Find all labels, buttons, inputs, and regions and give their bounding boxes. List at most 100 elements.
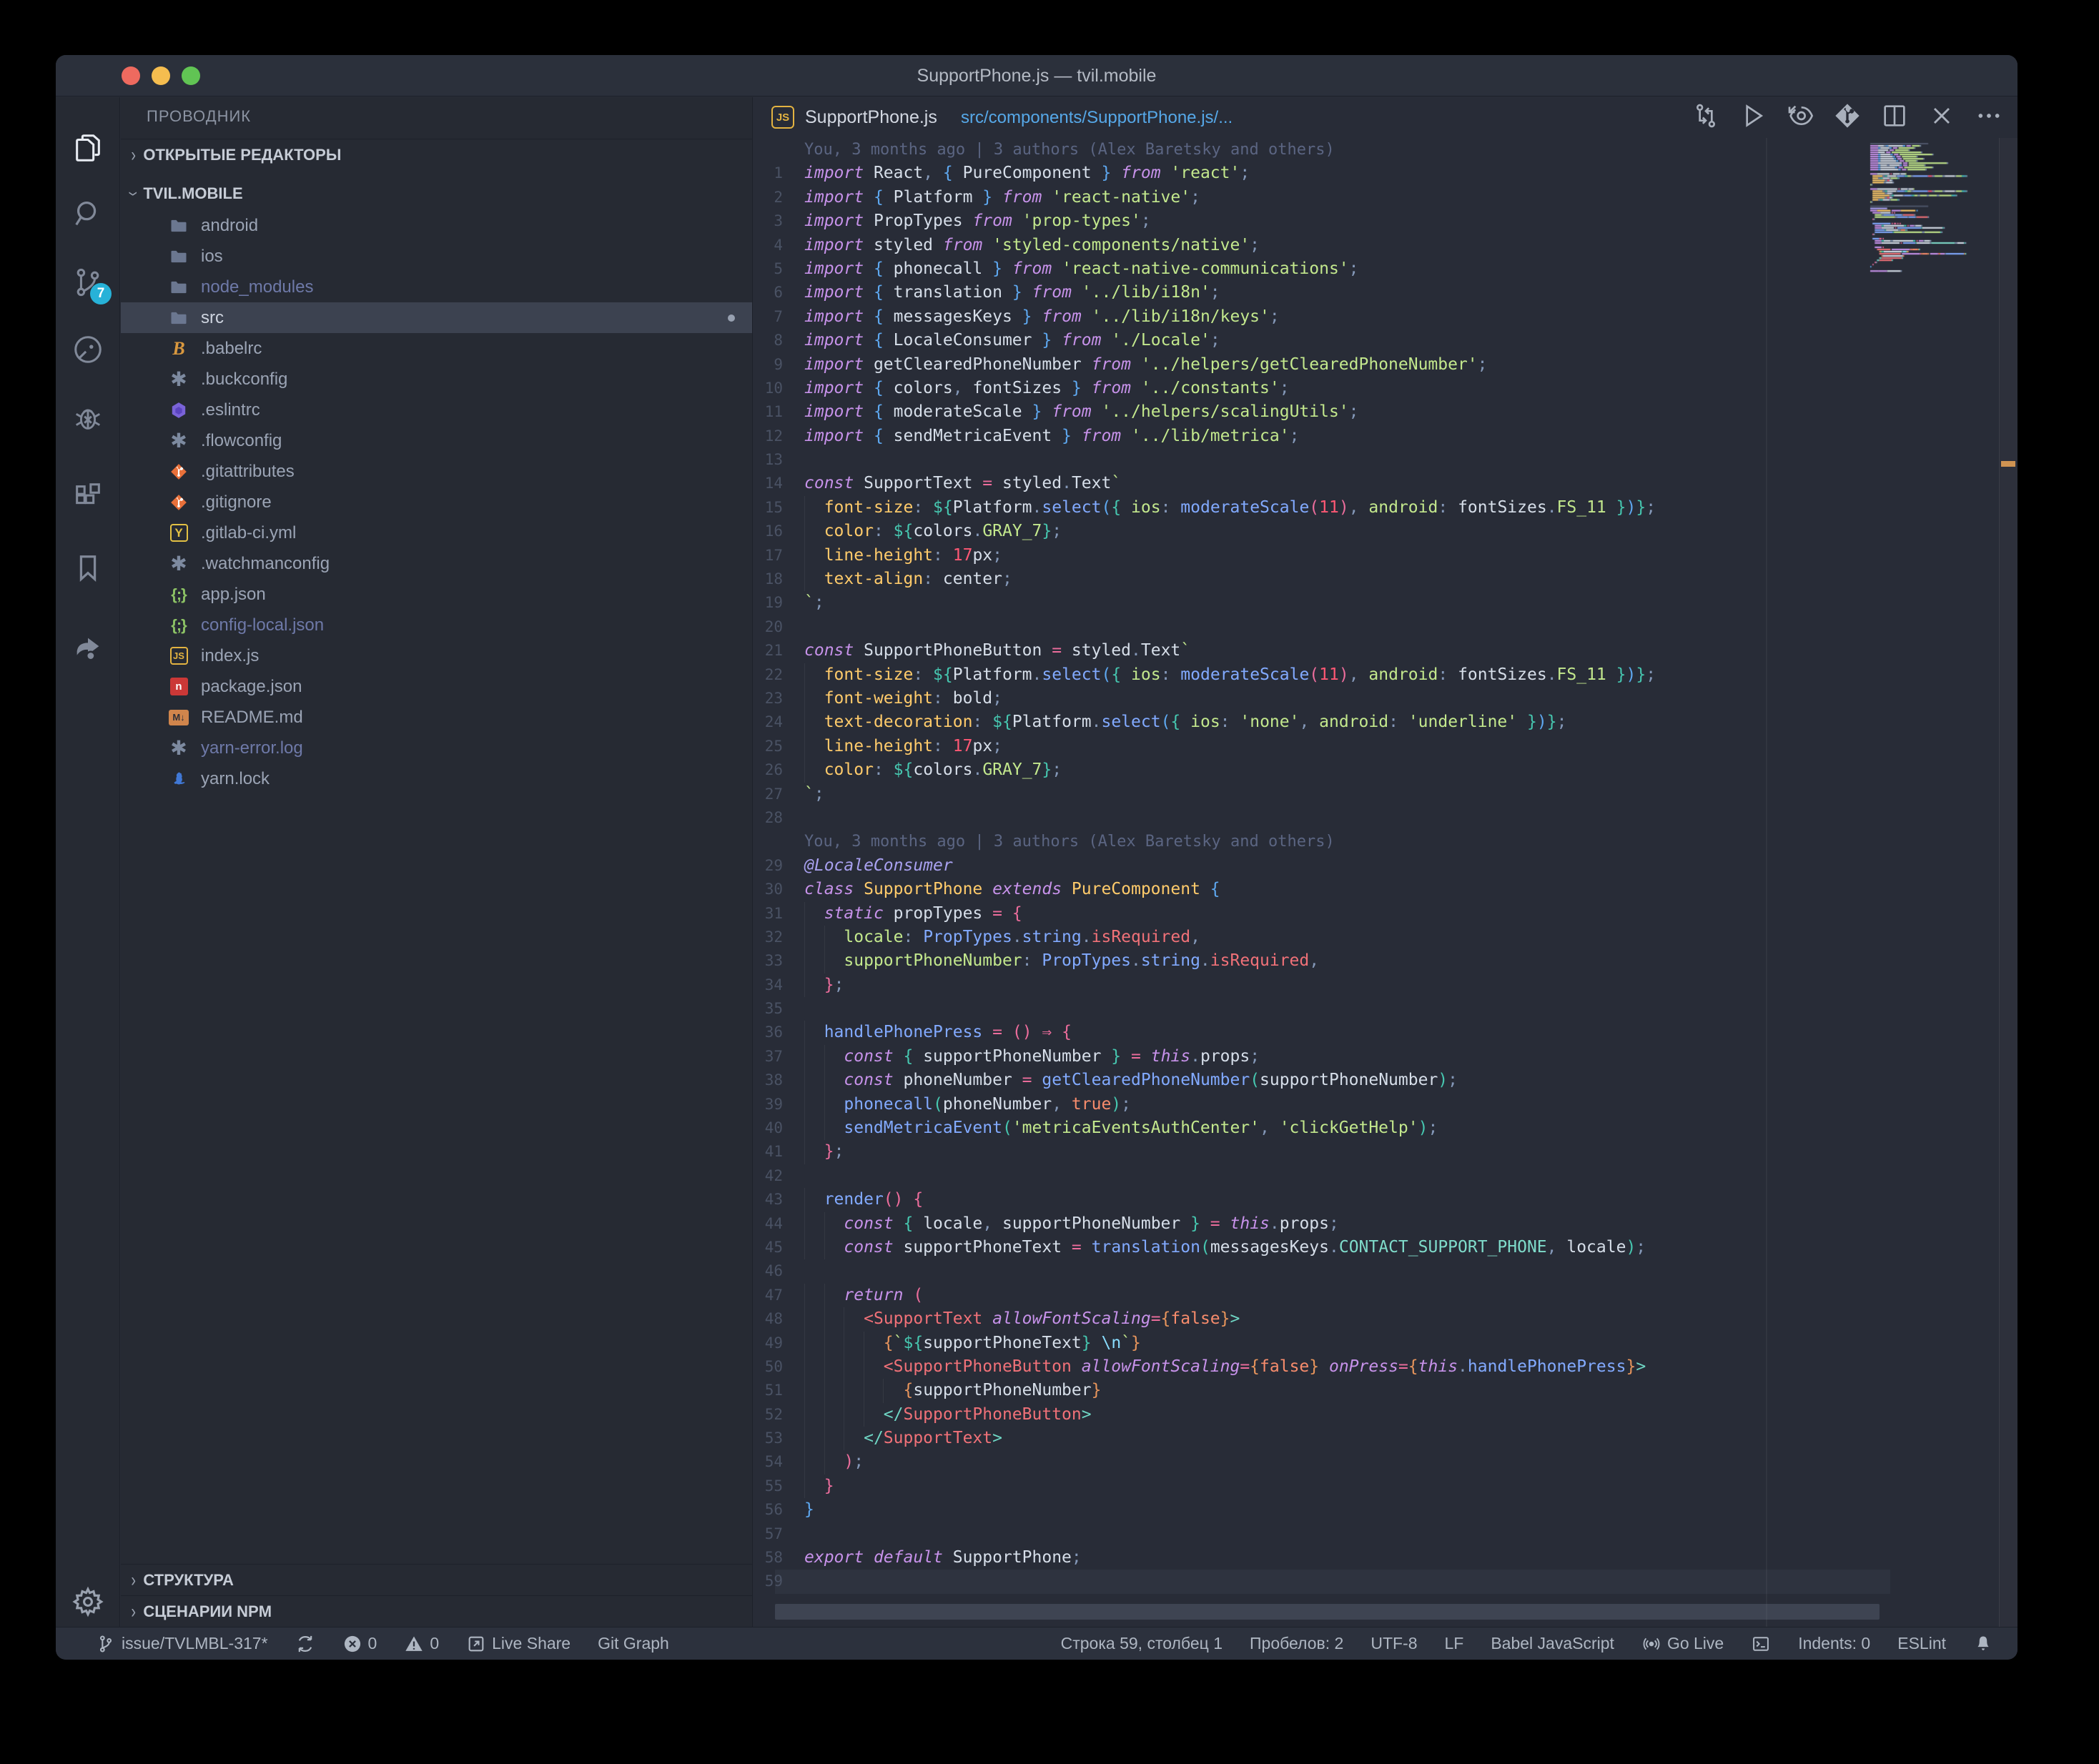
code-line-42[interactable]: 42: [754, 1164, 2017, 1188]
section-root-folder[interactable]: › TVIL.MOBILE: [121, 178, 752, 209]
status-right-indents-0[interactable]: Indents: 0: [1798, 1634, 1870, 1653]
extensions-icon[interactable]: [56, 472, 120, 522]
code-line-5[interactable]: 5import { phonecall } from 'react-native…: [754, 257, 2017, 281]
code-line-13[interactable]: 13: [754, 448, 2017, 472]
file-item-src[interactable]: src: [121, 302, 752, 333]
more-actions-icon[interactable]: [1975, 101, 2003, 134]
status-left-0[interactable]: 0: [404, 1634, 439, 1654]
status-right-bell[interactable]: [1973, 1634, 1993, 1654]
code-line-17[interactable]: 17 line-height: 17px;: [754, 544, 2017, 568]
vertical-scrollbar[interactable]: [1999, 138, 2017, 1627]
code-line-45[interactable]: 45 const supportPhoneText = translation(…: [754, 1236, 2017, 1259]
file-item-.gitlab-ci.yml[interactable]: Y.gitlab-ci.yml: [121, 517, 752, 548]
bookmark-icon[interactable]: [56, 543, 120, 593]
code-line-33[interactable]: 33 supportPhoneNumber: PropTypes.string.…: [754, 949, 2017, 973]
open-changes-icon[interactable]: [1786, 101, 1814, 134]
file-item-node_modules[interactable]: node_modules: [121, 272, 752, 302]
file-item-yarn.lock[interactable]: yarn.lock: [121, 763, 752, 794]
code-line-15[interactable]: 15 font-size: ${Platform.select({ ios: m…: [754, 496, 2017, 520]
code-line-34[interactable]: 34 };: [754, 973, 2017, 997]
file-item-config-local.json[interactable]: {;}config-local.json: [121, 610, 752, 640]
status-right-utf-8[interactable]: UTF-8: [1370, 1634, 1417, 1653]
status-left-git-graph[interactable]: Git Graph: [598, 1634, 669, 1653]
status-left-0[interactable]: 0: [342, 1634, 377, 1654]
file-item-README.md[interactable]: M↓README.md: [121, 702, 752, 733]
code-line-43[interactable]: 43 render() {: [754, 1188, 2017, 1211]
breadcrumb[interactable]: src/components/SupportPhone.js/...: [961, 97, 1233, 138]
file-item-.gitattributes[interactable]: .gitattributes: [121, 456, 752, 487]
code-line-41[interactable]: 41 };: [754, 1140, 2017, 1164]
file-item-index.js[interactable]: JSindex.js: [121, 640, 752, 671]
file-item-.buckconfig[interactable]: ✱.buckconfig: [121, 364, 752, 395]
code-line-20[interactable]: 20: [754, 615, 2017, 639]
file-item-android[interactable]: android: [121, 210, 752, 241]
code-line-56[interactable]: 56}: [754, 1498, 2017, 1522]
code-line-19[interactable]: 19`;: [754, 591, 2017, 615]
code-line-14[interactable]: 14const SupportText = styled.Text`: [754, 472, 2017, 495]
code-line-7[interactable]: 7import { messagesKeys } from '../lib/i1…: [754, 305, 2017, 329]
section-open-editors[interactable]: › ОТКРЫТЫЕ РЕДАКТОРЫ: [121, 139, 752, 170]
code-line-18[interactable]: 18 text-align: center;: [754, 568, 2017, 591]
run-icon[interactable]: [1739, 101, 1767, 134]
code-line-4[interactable]: 4import styled from 'styled-components/n…: [754, 234, 2017, 257]
code-line-46[interactable]: 46: [754, 1259, 2017, 1283]
status-right-пробелов-2[interactable]: Пробелов: 2: [1250, 1634, 1343, 1653]
code-line-28[interactable]: 28: [754, 806, 2017, 830]
tab-filename[interactable]: SupportPhone.js: [805, 97, 937, 138]
status-right-eslint[interactable]: ESLint: [1897, 1634, 1946, 1653]
compass-icon[interactable]: [56, 324, 120, 375]
code-line-51[interactable]: 51 {supportPhoneNumber}: [754, 1379, 2017, 1402]
code-line-24[interactable]: 24 text-decoration: ${Platform.select({ …: [754, 710, 2017, 734]
section-npm-scripts[interactable]: › СЦЕНАРИИ NPM: [121, 1595, 752, 1627]
code-line-21[interactable]: 21const SupportPhoneButton = styled.Text…: [754, 639, 2017, 663]
file-item-yarn-error.log[interactable]: ✱yarn-error.log: [121, 733, 752, 763]
status-left-issue-tvlmbl-317-[interactable]: issue/TVLMBL-317*: [96, 1634, 268, 1654]
code-line-30[interactable]: 30class SupportPhone extends PureCompone…: [754, 878, 2017, 901]
code-line-11[interactable]: 11import { moderateScale } from '../help…: [754, 400, 2017, 424]
blame-annotation-row[interactable]: You, 3 months ago | 3 authors (Alex Bare…: [754, 138, 2017, 162]
code-area[interactable]: You, 3 months ago | 3 authors (Alex Bare…: [754, 138, 2017, 1627]
status-right-babel-javascript[interactable]: Babel JavaScript: [1491, 1634, 1614, 1653]
code-line-58[interactable]: 58export default SupportPhone;: [754, 1546, 2017, 1570]
code-line-16[interactable]: 16 color: ${colors.GRAY_7};: [754, 520, 2017, 543]
code-line-37[interactable]: 37 const { supportPhoneNumber } = this.p…: [754, 1045, 2017, 1069]
code-line-48[interactable]: 48 <SupportText allowFontScaling={false}…: [754, 1307, 2017, 1331]
compare-changes-icon[interactable]: [1691, 101, 1720, 134]
code-line-39[interactable]: 39 phonecall(phoneNumber, true);: [754, 1093, 2017, 1116]
code-line-3[interactable]: 3import PropTypes from 'prop-types';: [754, 209, 2017, 233]
code-line-36[interactable]: 36 handlePhonePress = () ⇒ {: [754, 1021, 2017, 1044]
code-line-9[interactable]: 9import getClearedPhoneNumber from '../h…: [754, 353, 2017, 377]
status-right-go-live[interactable]: Go Live: [1641, 1634, 1724, 1654]
file-item-.babelrc[interactable]: B.babelrc: [121, 333, 752, 364]
code-line-32[interactable]: 32 locale: PropTypes.string.isRequired,: [754, 926, 2017, 949]
split-editor-icon[interactable]: [1880, 101, 1909, 134]
code-line-10[interactable]: 10import { colors, fontSizes } from '../…: [754, 377, 2017, 400]
close-icon[interactable]: [1927, 101, 1956, 134]
code-line-31[interactable]: 31 static propTypes = {: [754, 902, 2017, 926]
code-line-50[interactable]: 50 <SupportPhoneButton allowFontScaling=…: [754, 1355, 2017, 1379]
code-line-54[interactable]: 54 );: [754, 1450, 2017, 1474]
code-line-59[interactable]: 59: [754, 1570, 2017, 1593]
status-right-lf[interactable]: LF: [1445, 1634, 1464, 1653]
code-line-22[interactable]: 22 font-size: ${Platform.select({ ios: m…: [754, 663, 2017, 687]
code-line-52[interactable]: 52 </SupportPhoneButton>: [754, 1403, 2017, 1427]
code-line-35[interactable]: 35: [754, 997, 2017, 1021]
status-left-sync[interactable]: [295, 1634, 315, 1654]
status-left-live-share[interactable]: Live Share: [466, 1634, 571, 1654]
code-line-55[interactable]: 55 }: [754, 1475, 2017, 1498]
code-line-6[interactable]: 6import { translation } from '../lib/i18…: [754, 281, 2017, 304]
file-item-.eslintrc[interactable]: .eslintrc: [121, 395, 752, 425]
code-line-12[interactable]: 12import { sendMetricaEvent } from '../l…: [754, 425, 2017, 448]
explorer-icon[interactable]: [56, 123, 120, 173]
code-line-49[interactable]: 49 {`${supportPhoneText} \n`}: [754, 1332, 2017, 1355]
code-line-57[interactable]: 57: [754, 1522, 2017, 1546]
code-line-53[interactable]: 53 </SupportText>: [754, 1427, 2017, 1450]
file-item-app.json[interactable]: {;}app.json: [121, 579, 752, 610]
code-line-47[interactable]: 47 return (: [754, 1284, 2017, 1307]
git-icon[interactable]: [1833, 101, 1862, 134]
section-outline[interactable]: › СТРУКТУРА: [121, 1564, 752, 1595]
status-right-terminal[interactable]: [1751, 1634, 1771, 1654]
code-line-29[interactable]: 29@LocaleConsumer: [754, 854, 2017, 878]
code-line-40[interactable]: 40 sendMetricaEvent('metricaEventsAuthCe…: [754, 1116, 2017, 1140]
code-line-25[interactable]: 25 line-height: 17px;: [754, 735, 2017, 758]
